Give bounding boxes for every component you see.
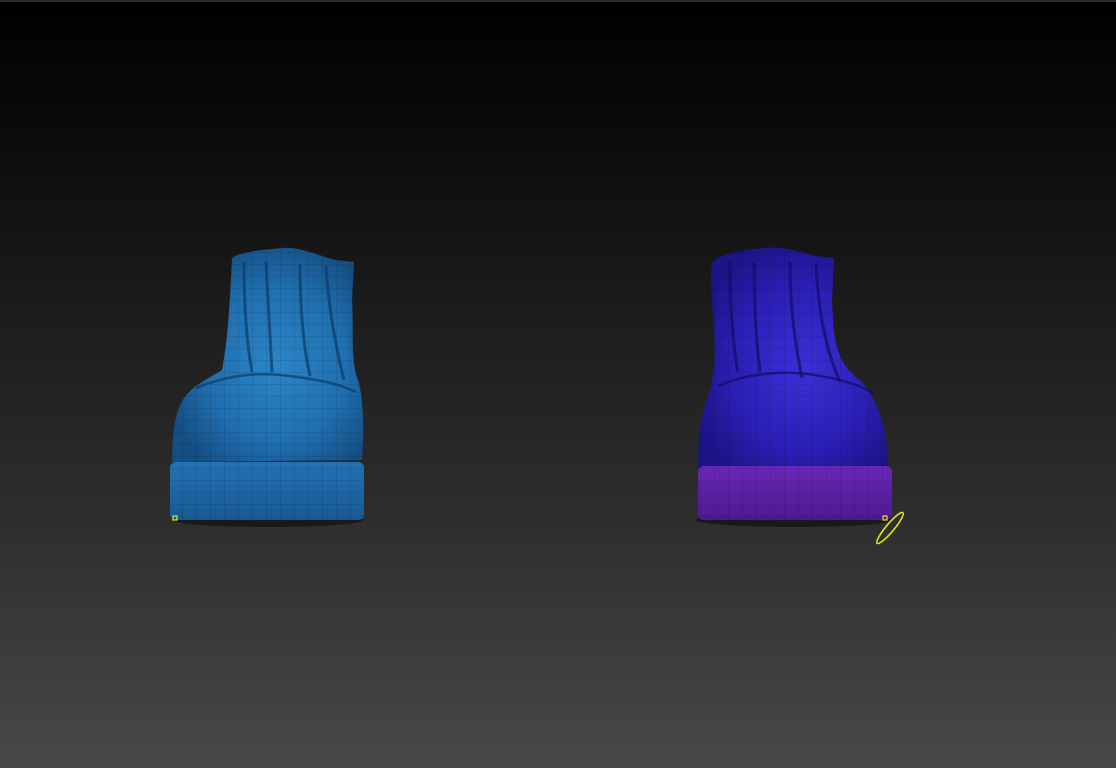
boot-right-sole-mesh [698,466,892,520]
boot-model-left[interactable] [170,247,364,527]
3d-viewport[interactable] [0,0,1116,768]
boot-model-right[interactable] [696,247,906,546]
scene-canvas[interactable] [0,0,1116,768]
boot-left-sole-mesh [170,462,364,520]
boot-right-mesh [698,247,888,468]
